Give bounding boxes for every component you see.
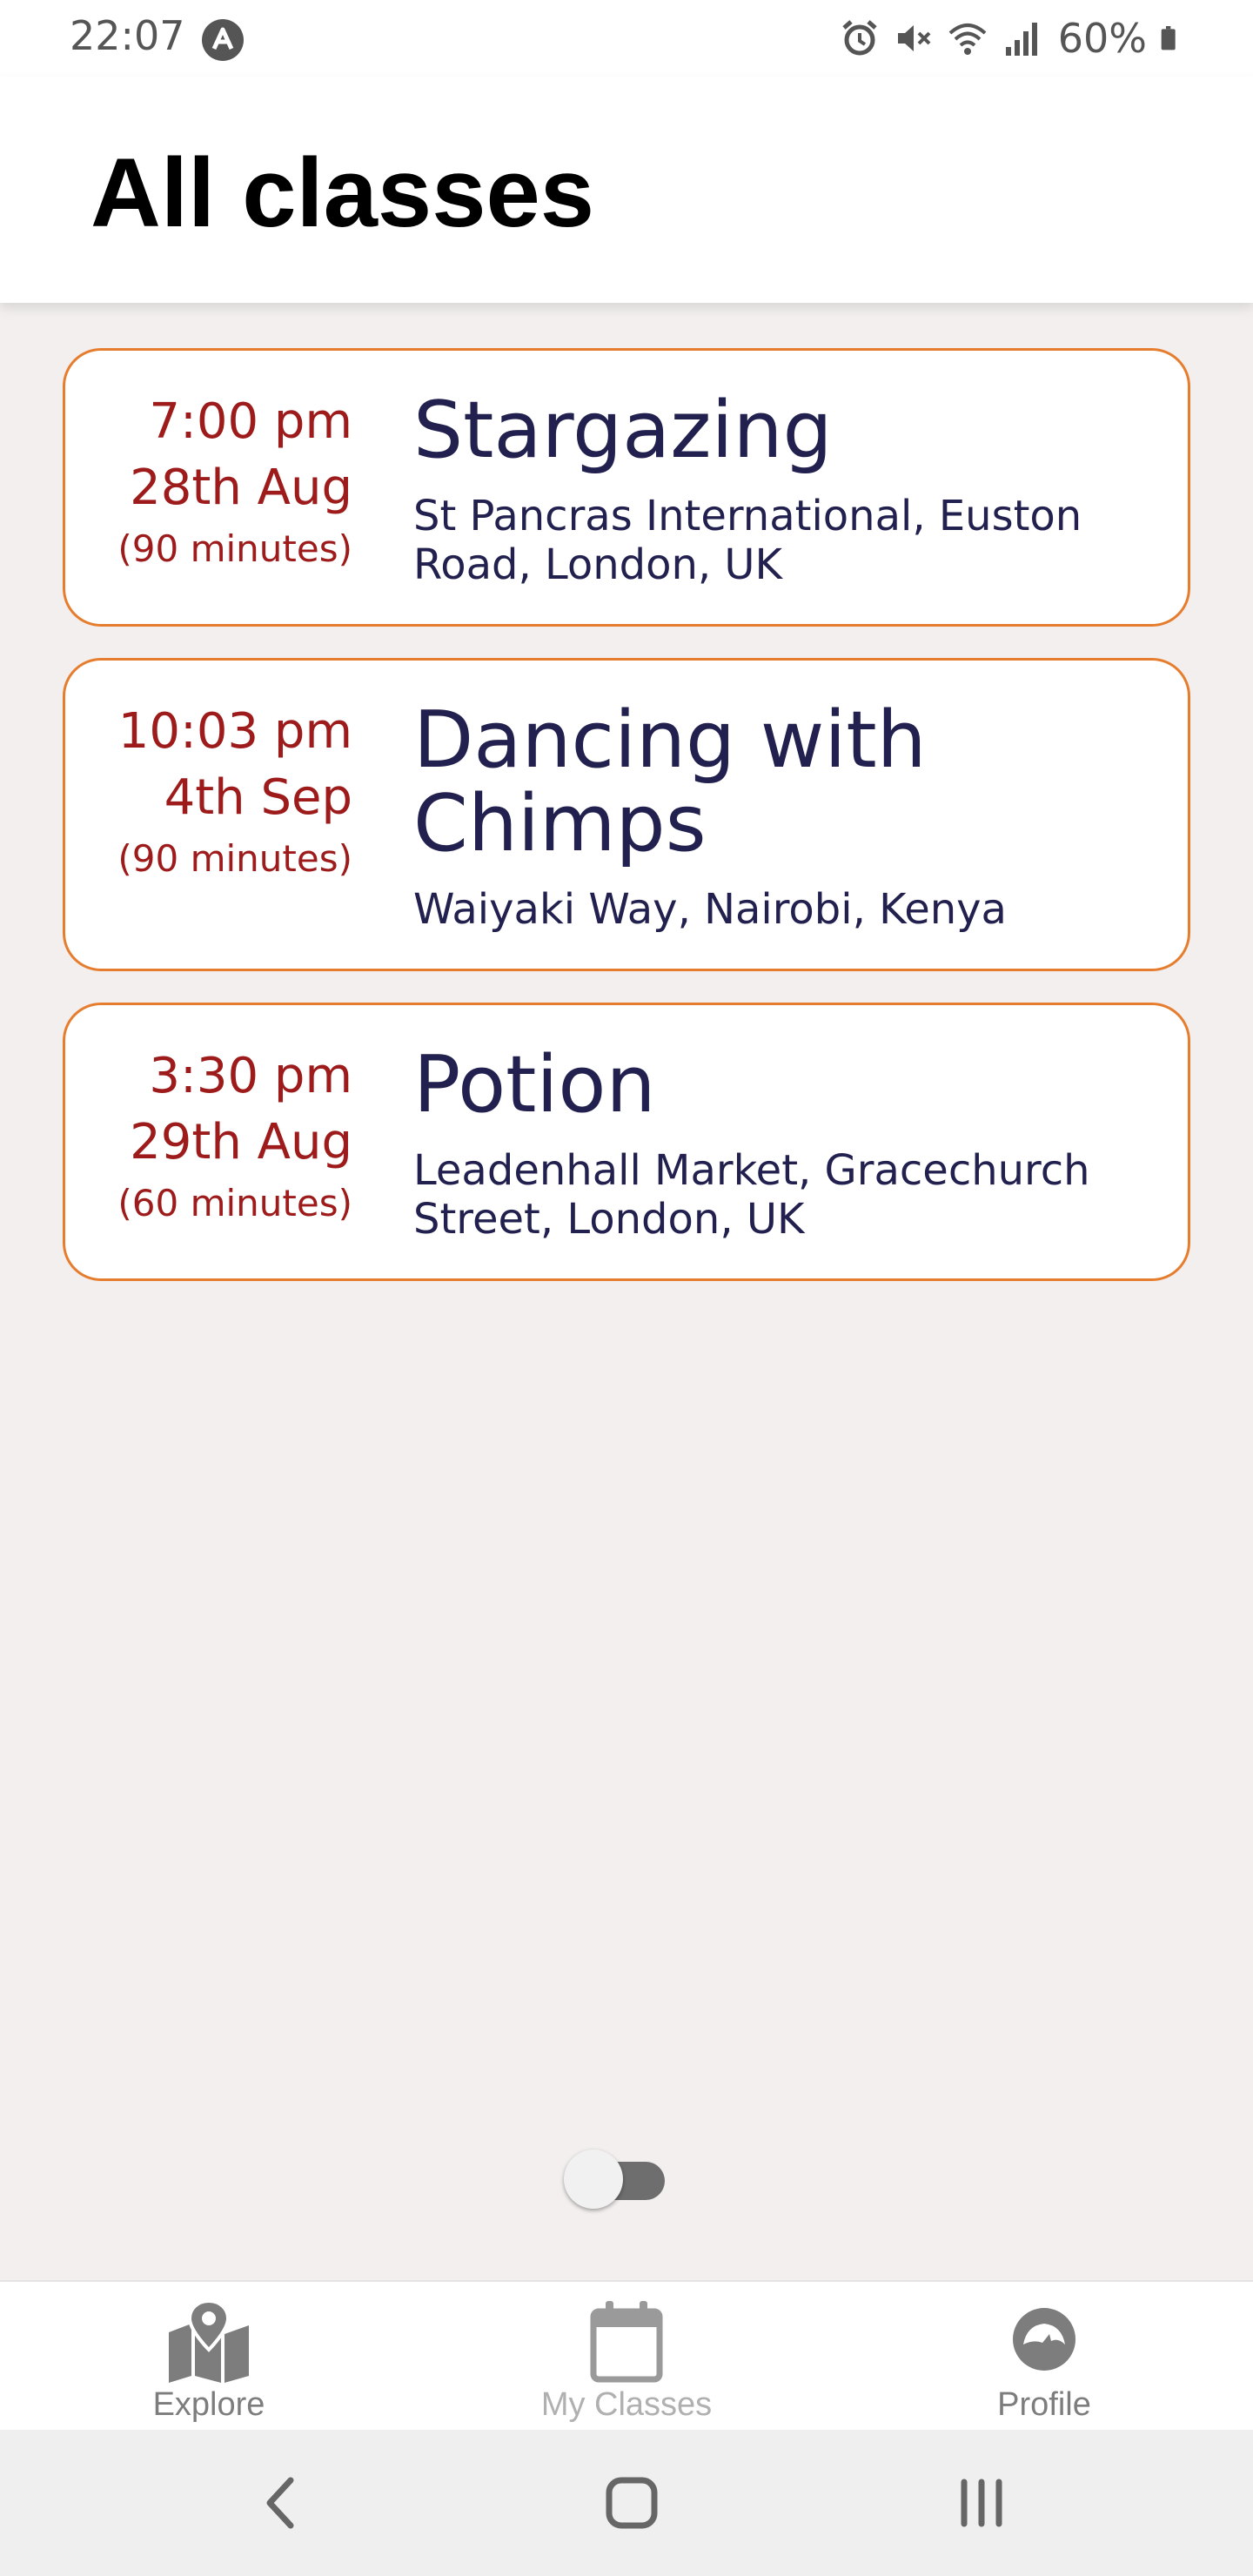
class-card[interactable]: 3:30 pm 29th Aug (60 minutes) Potion Lea…: [63, 1003, 1190, 1281]
tab-label: Profile: [997, 2386, 1091, 2423]
page-title: All classes: [90, 138, 595, 247]
toggle-thumb: [564, 2150, 623, 2209]
class-list: 7:00 pm 28th Aug (90 minutes) Stargazing…: [63, 348, 1190, 1312]
class-info: Dancing with Chimps Waiyaki Way, Nairobi…: [413, 694, 1153, 935]
class-time: 3:30 pm: [149, 1048, 352, 1104]
bottom-tab-bar: Explore My Classes Profile: [0, 2280, 1253, 2432]
class-info: Stargazing St Pancras International, Eus…: [413, 385, 1153, 590]
status-bar: 22:07 60%: [0, 0, 1253, 77]
class-schedule: 10:03 pm 4th Sep (90 minutes): [100, 699, 352, 934]
system-nav-bar: [0, 2430, 1253, 2576]
class-title: Dancing with Chimps: [413, 694, 927, 869]
tab-label: My Classes: [540, 2386, 713, 2423]
wifi-icon: [948, 23, 987, 55]
battery-icon: [1161, 26, 1176, 50]
class-title: Potion: [413, 1039, 656, 1130]
tab-explore[interactable]: Explore: [0, 2282, 418, 2432]
class-title: Stargazing: [413, 385, 833, 476]
class-location: Leadenhall Market, Gracechurch Street, L…: [413, 1146, 1090, 1244]
class-location: St Pancras International, Euston Road, L…: [413, 492, 1082, 589]
class-date: 28th Aug: [130, 460, 352, 516]
status-time: 22:07: [70, 12, 185, 59]
class-info: Potion Leadenhall Market, Gracechurch St…: [413, 1043, 1153, 1244]
class-location: Waiyaki Way, Nairobi, Kenya: [413, 885, 1007, 934]
class-time: 7:00 pm: [149, 393, 352, 450]
tab-profile[interactable]: Profile: [835, 2282, 1253, 2432]
home-icon: [606, 2477, 658, 2529]
back-icon: [266, 2477, 294, 2529]
class-date: 29th Aug: [130, 1114, 352, 1171]
status-icons: 60%: [839, 10, 1187, 66]
map-icon: [169, 2299, 249, 2383]
recent-apps-button[interactable]: [940, 2465, 1023, 2541]
tab-my-classes[interactable]: My Classes: [418, 2282, 835, 2432]
alarm-icon: [842, 20, 877, 56]
battery-percent: 60%: [1057, 15, 1147, 62]
app-notification-icon: [202, 19, 244, 61]
signal-icon: [1005, 23, 1037, 56]
class-duration: (90 minutes): [117, 837, 352, 880]
mute-icon: [897, 25, 931, 51]
class-schedule: 7:00 pm 28th Aug (90 minutes): [100, 389, 352, 589]
back-button[interactable]: [240, 2465, 324, 2541]
calendar-icon: [590, 2301, 663, 2383]
header: All classes: [0, 77, 1253, 303]
class-schedule: 3:30 pm 29th Aug (60 minutes): [100, 1043, 352, 1244]
class-card[interactable]: 7:00 pm 28th Aug (90 minutes) Stargazing…: [63, 348, 1190, 627]
class-duration: (60 minutes): [117, 1182, 352, 1224]
class-time: 10:03 pm: [117, 703, 352, 760]
tab-label: Explore: [152, 2386, 265, 2423]
class-duration: (90 minutes): [117, 527, 352, 570]
home-button[interactable]: [590, 2465, 673, 2541]
class-date: 4th Sep: [164, 769, 352, 826]
view-toggle[interactable]: [564, 2150, 667, 2209]
recent-apps-icon: [961, 2479, 1002, 2527]
class-card[interactable]: 10:03 pm 4th Sep (90 minutes) Dancing wi…: [63, 658, 1190, 971]
profile-icon: [1013, 2308, 1075, 2371]
